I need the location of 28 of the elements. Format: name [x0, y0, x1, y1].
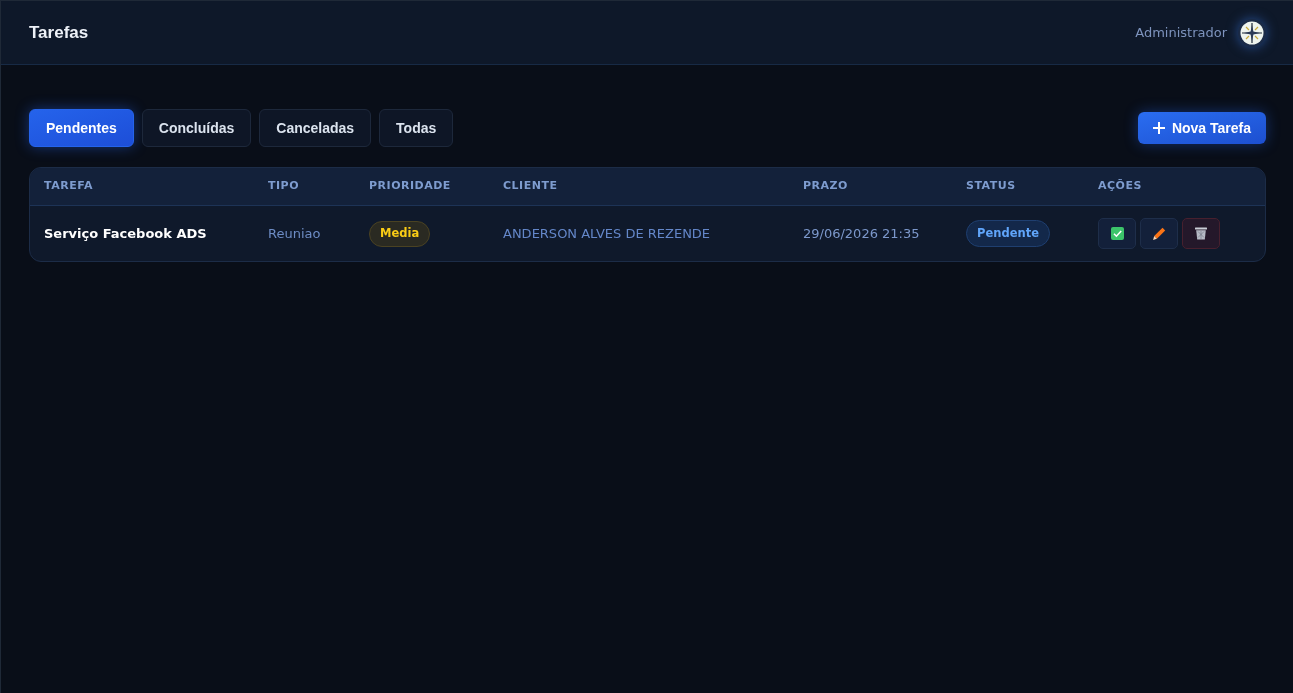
- filter-tab[interactable]: Canceladas: [259, 109, 372, 147]
- pencil-icon: [1152, 226, 1166, 241]
- column-header: AÇÕES: [1098, 178, 1143, 195]
- plus-icon: [1152, 122, 1165, 134]
- client-name: ANDERSON ALVES DE REZENDE: [503, 224, 712, 243]
- trash-icon: [1195, 227, 1207, 240]
- column-header: PRIORIDADE: [369, 178, 452, 195]
- task-name: Serviço Facebook ADS: [44, 224, 208, 243]
- deadline: 29/06/2026 21:35: [803, 224, 921, 243]
- edit-button[interactable]: [1140, 218, 1178, 249]
- delete-button[interactable]: [1182, 218, 1220, 249]
- compass-avatar-icon[interactable]: [1237, 17, 1267, 48]
- column-header: TIPO: [268, 178, 300, 195]
- filter-tab[interactable]: Concluídas: [141, 109, 252, 147]
- new-task-button[interactable]: Nova Tarefa: [1137, 112, 1266, 144]
- status-badge: Pendente: [966, 219, 1050, 248]
- page-title: Tarefas: [29, 21, 89, 44]
- task-type: Reuniao: [268, 224, 322, 243]
- user-name: Administrador: [1135, 23, 1227, 42]
- checkbox-icon: [1110, 227, 1124, 240]
- priority-badge: Media: [369, 221, 431, 247]
- column-header: CLIENTE: [503, 178, 559, 195]
- filter-tab[interactable]: Todas: [379, 109, 454, 147]
- column-header: STATUS: [966, 178, 1017, 195]
- column-header: PRAZO: [803, 178, 849, 195]
- filter-tab[interactable]: Pendentes: [29, 109, 134, 147]
- complete-button[interactable]: [1098, 218, 1136, 249]
- column-header: TAREFA: [44, 178, 94, 195]
